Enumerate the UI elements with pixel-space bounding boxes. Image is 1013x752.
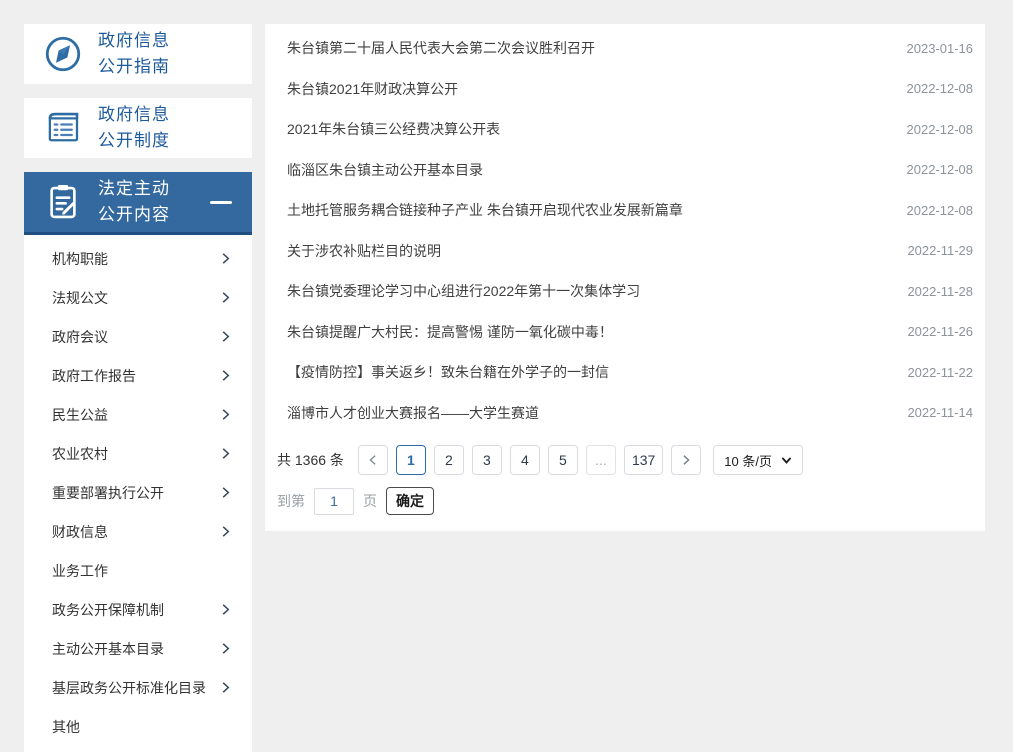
goto-suffix-label: 页 (363, 491, 377, 511)
page-button-3[interactable]: 3 (472, 445, 502, 475)
sidebar-item-fiscal-information[interactable]: 财政信息 (24, 512, 252, 551)
goto-prefix-label: 到第 (277, 491, 305, 511)
page-button-137[interactable]: 137 (624, 445, 663, 475)
news-row: 朱台镇2021年财政决算公开 2022-12-08 (265, 69, 985, 110)
sidebar-item-regulations-documents[interactable]: 法规公文 (24, 278, 252, 317)
goto-page-row: 到第 页 确定 (277, 487, 985, 515)
sidebar-item-disclosure-guarantee-mechanism[interactable]: 政务公开保障机制 (24, 590, 252, 629)
news-date: 2022-12-08 (907, 81, 974, 96)
sidebar-item-government-meetings[interactable]: 政府会议 (24, 317, 252, 356)
chevron-right-icon (219, 408, 232, 421)
page-ellipsis-button[interactable]: ... (586, 445, 616, 475)
news-title-link[interactable]: 【疫情防控】事关返乡！致朱台籍在外学子的一封信 (287, 362, 609, 382)
page-button-1[interactable]: 1 (396, 445, 426, 475)
sidebar-item-livelihood-welfare[interactable]: 民生公益 (24, 395, 252, 434)
compass-icon (42, 33, 84, 75)
sidebar: 政府信息 公开指南 政府信息 公开制度 (24, 24, 252, 752)
news-title-link[interactable]: 淄博市人才创业大赛报名——大学生赛道 (287, 403, 539, 423)
news-row: 朱台镇党委理论学习中心组进行2022年第十一次集体学习 2022-11-28 (265, 271, 985, 312)
chevron-right-icon (219, 525, 232, 538)
goto-confirm-button[interactable]: 确定 (386, 487, 434, 515)
news-row: 土地托管服务耦合链接种子产业 朱台镇开启现代农业发展新篇章 2022-12-08 (265, 190, 985, 231)
news-title-link[interactable]: 朱台镇2021年财政决算公开 (287, 79, 458, 99)
news-row: 临淄区朱台镇主动公开基本目录 2022-12-08 (265, 150, 985, 191)
page-size-select[interactable]: 10 条/页 (713, 445, 803, 475)
chevron-right-icon (219, 642, 232, 655)
news-title-link[interactable]: 朱台镇第二十届人民代表大会第二次会议胜利召开 (287, 38, 595, 58)
sidebar-item-government-work-report[interactable]: 政府工作报告 (24, 356, 252, 395)
sidebar-item-gov-info-guide[interactable]: 政府信息 公开指南 (24, 24, 252, 84)
news-row: 朱台镇提醒广大村民：提高警惕 谨防一氧化碳中毒！ 2022-11-26 (265, 312, 985, 353)
news-date: 2022-11-26 (907, 324, 973, 339)
chevron-right-icon (680, 454, 692, 466)
clipboard-pencil-icon (42, 181, 84, 223)
news-date: 2023-01-16 (907, 41, 974, 56)
sidebar-submenu: 机构职能 法规公文 政府会议 政府工作报告 民生公益 农业农村 重要部署执行公开 (24, 235, 252, 752)
sidebar-item-label: 政府信息 公开制度 (98, 102, 170, 154)
news-date: 2022-11-22 (907, 365, 973, 380)
news-title-link[interactable]: 土地托管服务耦合链接种子产业 朱台镇开启现代农业发展新篇章 (287, 200, 683, 220)
chevron-right-icon (219, 369, 232, 382)
minus-icon (210, 201, 232, 204)
sidebar-item-grassroots-standardized-catalog[interactable]: 基层政务公开标准化目录 (24, 668, 252, 707)
chevron-right-icon (219, 447, 232, 460)
sidebar-item-business-work[interactable]: 业务工作 (24, 551, 252, 590)
news-row: 2021年朱台镇三公经费决算公开表 2022-12-08 (265, 109, 985, 150)
news-title-link[interactable]: 2021年朱台镇三公经费决算公开表 (287, 119, 500, 139)
news-row: 淄博市人才创业大赛报名——大学生赛道 2022-11-14 (265, 393, 985, 434)
news-title-link[interactable]: 临淄区朱台镇主动公开基本目录 (287, 160, 483, 180)
chevron-right-icon (219, 486, 232, 499)
news-title-link[interactable]: 朱台镇党委理论学习中心组进行2022年第十一次集体学习 (287, 281, 640, 301)
sidebar-item-gov-info-system[interactable]: 政府信息 公开制度 (24, 98, 252, 158)
chevron-right-icon (219, 681, 232, 694)
chevron-right-icon (219, 603, 232, 616)
next-page-button[interactable] (671, 445, 701, 475)
chevron-left-icon (367, 454, 379, 466)
news-row: 关于涉农补贴栏目的说明 2022-11-29 (265, 231, 985, 272)
chevron-right-icon (219, 252, 232, 265)
news-date: 2022-11-28 (907, 284, 973, 299)
sidebar-item-statutory-disclosure[interactable]: 法定主动 公开内容 (24, 172, 252, 235)
news-row: 【疫情防控】事关返乡！致朱台籍在外学子的一封信 2022-11-22 (265, 352, 985, 393)
sidebar-item-other[interactable]: 其他 (24, 707, 252, 746)
news-title-link[interactable]: 关于涉农补贴栏目的说明 (287, 241, 441, 261)
news-date: 2022-11-14 (907, 405, 973, 420)
sidebar-item-label: 政府信息 公开指南 (98, 28, 170, 80)
pagination-total: 共 1366 条 (277, 450, 344, 470)
goto-page-input[interactable] (314, 488, 354, 515)
sidebar-item-key-deployment-disclosure[interactable]: 重要部署执行公开 (24, 473, 252, 512)
page-button-4[interactable]: 4 (510, 445, 540, 475)
page-button-2[interactable]: 2 (434, 445, 464, 475)
chevron-right-icon (219, 291, 232, 304)
news-title-link[interactable]: 朱台镇提醒广大村民：提高警惕 谨防一氧化碳中毒！ (287, 322, 613, 342)
sidebar-item-organization-functions[interactable]: 机构职能 (24, 239, 252, 278)
chevron-down-icon (781, 455, 792, 466)
news-date: 2022-11-29 (907, 243, 973, 258)
prev-page-button[interactable] (358, 445, 388, 475)
page-button-5[interactable]: 5 (548, 445, 578, 475)
chevron-right-icon (219, 330, 232, 343)
sidebar-item-proactive-disclosure-catalog[interactable]: 主动公开基本目录 (24, 629, 252, 668)
news-list-panel: 朱台镇第二十届人民代表大会第二次会议胜利召开 2023-01-16 朱台镇202… (265, 24, 985, 531)
news-date: 2022-12-08 (907, 122, 974, 137)
news-date: 2022-12-08 (907, 162, 974, 177)
news-date: 2022-12-08 (907, 203, 974, 218)
sidebar-item-agriculture-rural[interactable]: 农业农村 (24, 434, 252, 473)
news-row: 朱台镇第二十届人民代表大会第二次会议胜利召开 2023-01-16 (265, 28, 985, 69)
sidebar-item-label: 法定主动 公开内容 (98, 176, 170, 228)
ledger-icon (42, 107, 84, 149)
pagination: 共 1366 条 1 2 3 4 5 ... 137 10 条/页 (277, 445, 985, 475)
